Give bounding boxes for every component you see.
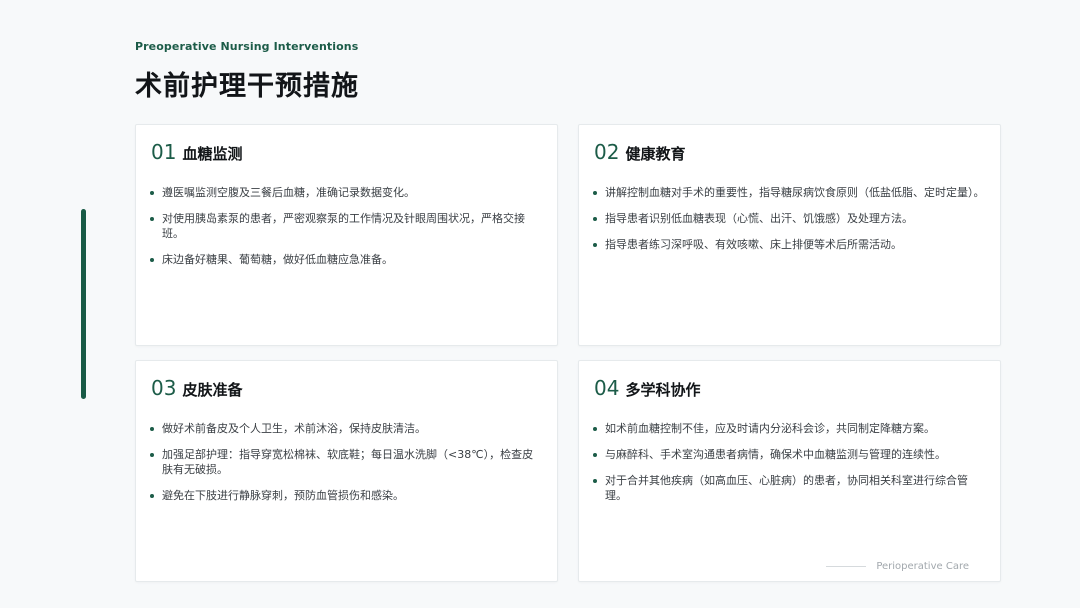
bullet-icon (593, 243, 597, 247)
list-item-text: 做好术前备皮及个人卫生，术前沐浴，保持皮肤清洁。 (162, 422, 426, 435)
bullet-icon (150, 427, 154, 431)
list-item: 加强足部护理：指导穿宽松棉袜、软底鞋；每日温水洗脚（<38℃），检查皮肤有无破损… (148, 447, 543, 477)
card-blood-glucose-monitoring: 01 血糖监测 遵医嘱监测空腹及三餐后血糖，准确记录数据变化。 对使用胰岛素泵的… (135, 124, 558, 346)
card-header: 03 皮肤准备 (151, 376, 242, 400)
card-multidisciplinary-collaboration: 04 多学科协作 如术前血糖控制不佳，应及时请内分泌科会诊，共同制定降糖方案。 … (578, 360, 1001, 582)
bullet-icon (593, 479, 597, 483)
footer-text: Perioperative Care (876, 561, 969, 572)
page-title: 术前护理干预措施 (135, 71, 359, 102)
card-header: 02 健康教育 (594, 140, 685, 164)
bullet-icon (593, 427, 597, 431)
card-number: 01 (151, 140, 177, 164)
card-title: 血糖监测 (182, 145, 243, 163)
list-item: 避免在下肢进行静脉穿刺，预防血管损伤和感染。 (148, 488, 543, 503)
list-item: 做好术前备皮及个人卫生，术前沐浴，保持皮肤清洁。 (148, 421, 543, 436)
list-item-text: 对使用胰岛素泵的患者，严密观察泵的工作情况及针眼周围状况，严格交接班。 (162, 212, 525, 240)
card-number: 03 (151, 376, 177, 400)
bullet-icon (593, 217, 597, 221)
card-header: 04 多学科协作 (594, 376, 700, 400)
list-item: 对于合并其他疾病（如高血压、心脏病）的患者，协同相关科室进行综合管理。 (591, 473, 986, 503)
bullet-icon (150, 494, 154, 498)
card-skin-preparation: 03 皮肤准备 做好术前备皮及个人卫生，术前沐浴，保持皮肤清洁。 加强足部护理：… (135, 360, 558, 582)
card-list: 讲解控制血糖对手术的重要性，指导糖尿病饮食原则（低盐低脂、定时定量）。 指导患者… (591, 185, 986, 263)
list-item-text: 指导患者练习深呼吸、有效咳嗽、床上排便等术后所需活动。 (605, 238, 902, 251)
bullet-icon (150, 191, 154, 195)
list-item-text: 与麻醉科、手术室沟通患者病情，确保术中血糖监测与管理的连续性。 (605, 448, 946, 461)
card-list: 如术前血糖控制不佳，应及时请内分泌科会诊，共同制定降糖方案。 与麻醉科、手术室沟… (591, 421, 986, 514)
list-item: 指导患者练习深呼吸、有效咳嗽、床上排便等术后所需活动。 (591, 237, 986, 252)
list-item-text: 加强足部护理：指导穿宽松棉袜、软底鞋；每日温水洗脚（<38℃），检查皮肤有无破损… (162, 448, 534, 476)
card-title: 多学科协作 (625, 381, 701, 399)
list-item: 床边备好糖果、葡萄糖，做好低血糖应急准备。 (148, 252, 543, 267)
list-item-text: 避免在下肢进行静脉穿刺，预防血管损伤和感染。 (162, 489, 404, 502)
footer-divider (826, 566, 867, 567)
card-list: 遵医嘱监测空腹及三餐后血糖，准确记录数据变化。 对使用胰岛素泵的患者，严密观察泵… (148, 185, 543, 278)
list-item-text: 如术前血糖控制不佳，应及时请内分泌科会诊，共同制定降糖方案。 (605, 422, 935, 435)
list-item-text: 对于合并其他疾病（如高血压、心脏病）的患者，协同相关科室进行综合管理。 (605, 474, 968, 502)
list-item: 对使用胰岛素泵的患者，严密观察泵的工作情况及针眼周围状况，严格交接班。 (148, 211, 543, 241)
card-title: 皮肤准备 (182, 381, 243, 399)
list-item: 指导患者识别低血糖表现（心慌、出汗、饥饿感）及处理方法。 (591, 211, 986, 226)
card-header: 01 血糖监测 (151, 140, 242, 164)
list-item: 讲解控制血糖对手术的重要性，指导糖尿病饮食原则（低盐低脂、定时定量）。 (591, 185, 986, 200)
card-number: 02 (594, 140, 620, 164)
page-subtitle: Preoperative Nursing Interventions (135, 40, 359, 53)
card-health-education: 02 健康教育 讲解控制血糖对手术的重要性，指导糖尿病饮食原则（低盐低脂、定时定… (578, 124, 1001, 346)
accent-bar (81, 209, 86, 399)
footer: Perioperative Care (826, 561, 969, 572)
list-item-text: 遵医嘱监测空腹及三餐后血糖，准确记录数据变化。 (162, 186, 415, 199)
bullet-icon (593, 191, 597, 195)
bullet-icon (593, 453, 597, 457)
bullet-icon (150, 453, 154, 457)
card-title: 健康教育 (625, 145, 686, 163)
list-item-text: 讲解控制血糖对手术的重要性，指导糖尿病饮食原则（低盐低脂、定时定量）。 (605, 186, 985, 199)
card-number: 04 (594, 376, 620, 400)
card-list: 做好术前备皮及个人卫生，术前沐浴，保持皮肤清洁。 加强足部护理：指导穿宽松棉袜、… (148, 421, 543, 514)
list-item: 如术前血糖控制不佳，应及时请内分泌科会诊，共同制定降糖方案。 (591, 421, 986, 436)
list-item-text: 床边备好糖果、葡萄糖，做好低血糖应急准备。 (162, 253, 393, 266)
list-item-text: 指导患者识别低血糖表现（心慌、出汗、饥饿感）及处理方法。 (605, 212, 913, 225)
bullet-icon (150, 258, 154, 262)
bullet-icon (150, 217, 154, 221)
list-item: 遵医嘱监测空腹及三餐后血糖，准确记录数据变化。 (148, 185, 543, 200)
list-item: 与麻醉科、手术室沟通患者病情，确保术中血糖监测与管理的连续性。 (591, 447, 986, 462)
